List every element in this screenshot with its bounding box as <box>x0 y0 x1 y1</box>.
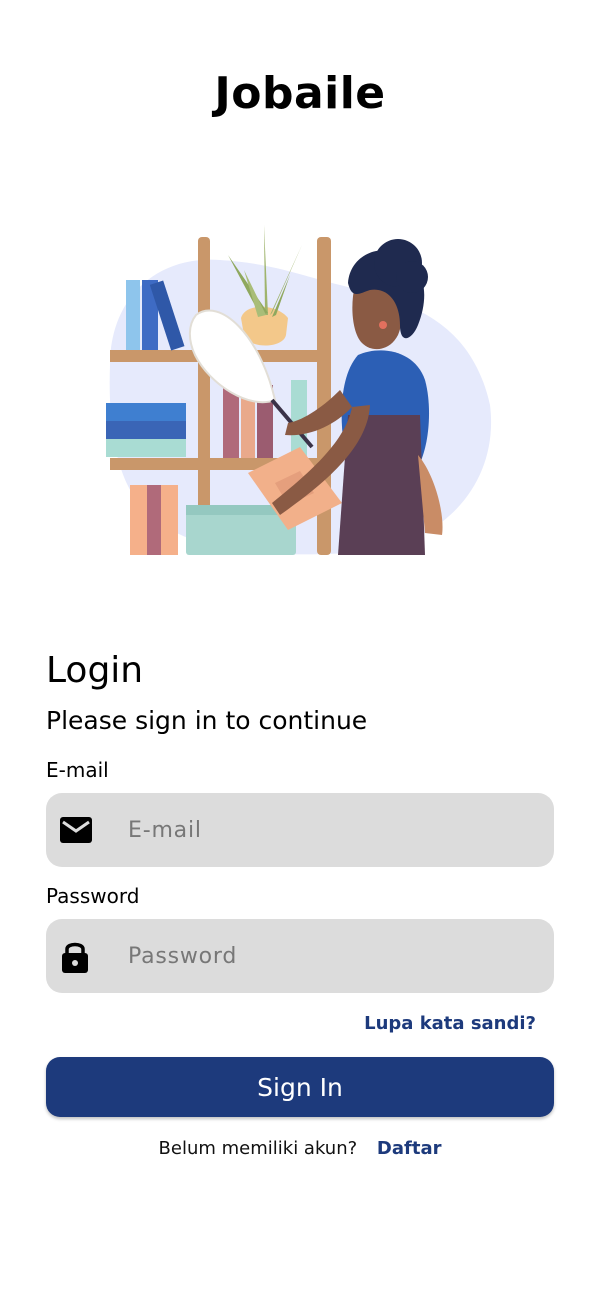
password-input[interactable] <box>124 919 554 993</box>
login-heading: Login <box>46 650 144 691</box>
sign-in-button[interactable]: Sign In <box>46 1057 554 1117</box>
login-subtitle: Please sign in to continue <box>46 706 368 735</box>
register-prompt: Belum memiliki akun? <box>158 1138 358 1159</box>
register-row: Belum memiliki akun? Daftar <box>0 1138 600 1159</box>
email-input[interactable] <box>124 793 554 867</box>
app-title: Jobaile <box>214 68 386 119</box>
email-label: E-mail <box>46 758 109 782</box>
lock-icon <box>60 939 124 973</box>
email-field[interactable] <box>46 793 554 867</box>
cleaning-woman-illustration <box>106 225 492 555</box>
register-link[interactable]: Daftar <box>377 1138 442 1159</box>
password-field[interactable] <box>46 919 554 993</box>
mail-icon <box>60 817 124 843</box>
forgot-password-link[interactable]: Lupa kata sandi? <box>364 1013 536 1034</box>
password-label: Password <box>46 884 140 908</box>
